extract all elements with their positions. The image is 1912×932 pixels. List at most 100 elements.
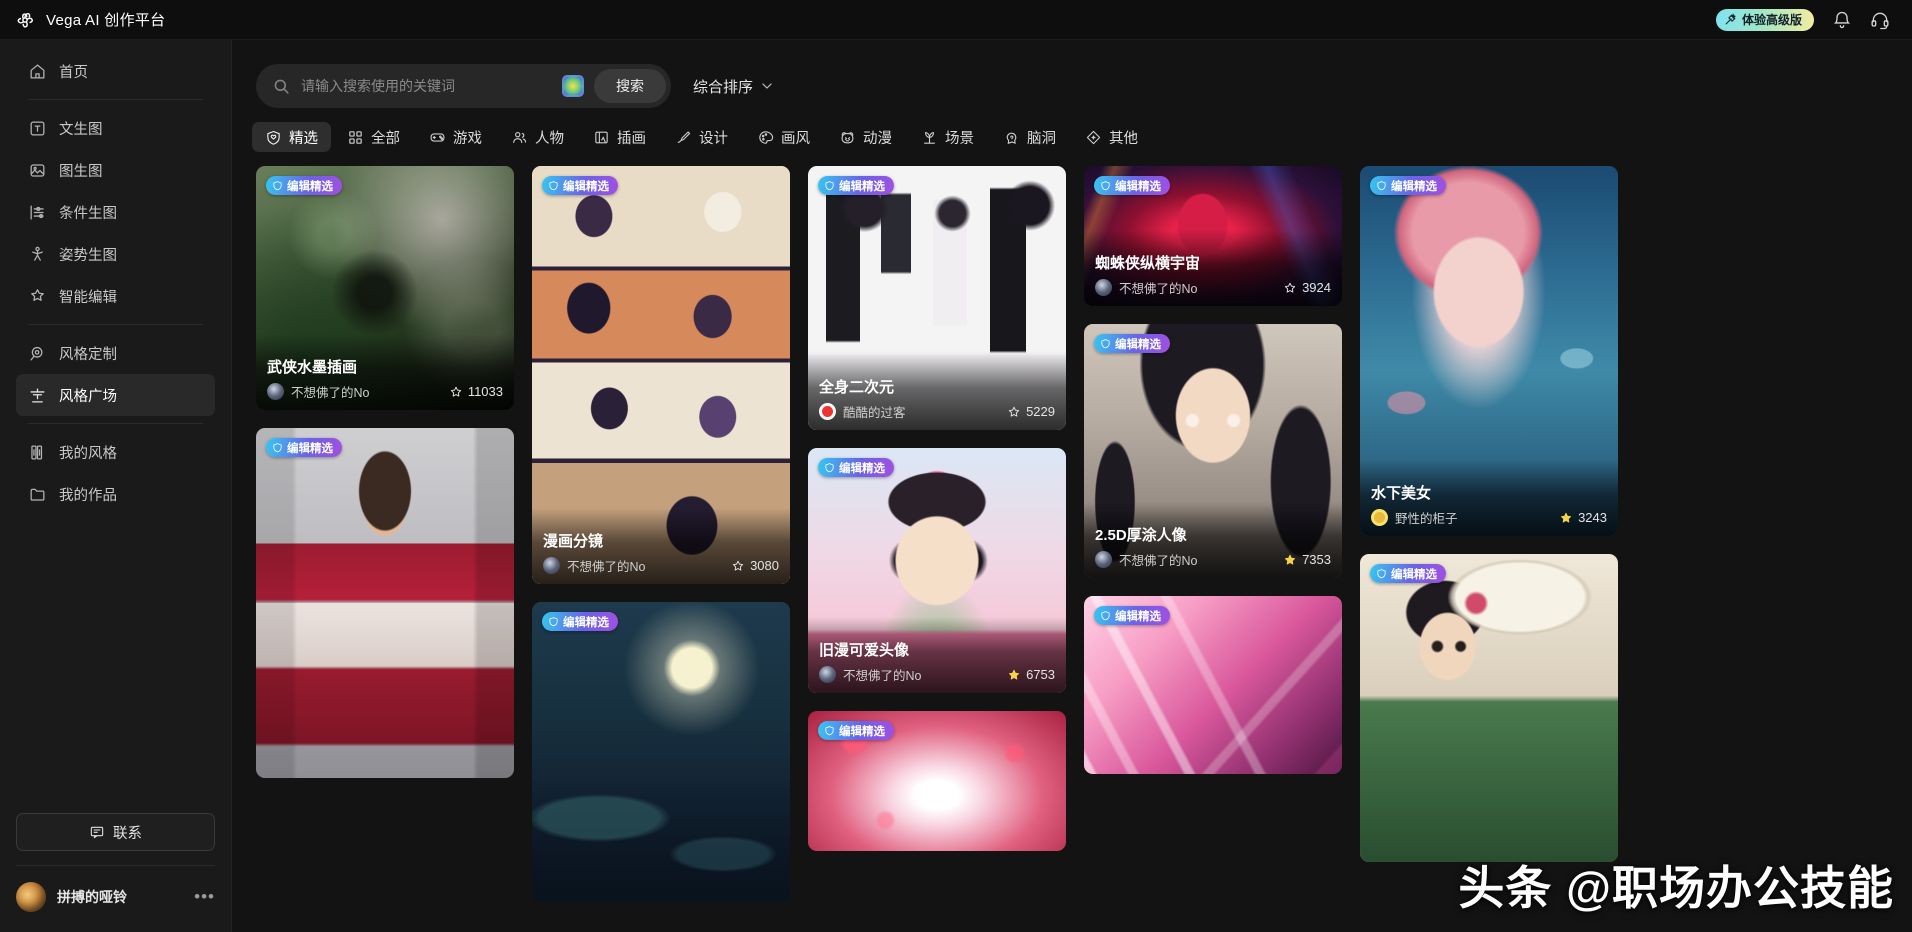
contact-button[interactable]: 联系 [16, 813, 215, 851]
style-card[interactable]: 编辑精选 漫画分镜 不想佛了的No 3080 [532, 166, 790, 584]
sidebar: 首页 文生图 图生图 条件生图 姿势生图 智能编辑 风格定制 风格广场 我的风格… [0, 40, 232, 932]
sort-selector[interactable]: 综合排序 [693, 76, 774, 97]
star-count: 3243 [1559, 510, 1607, 525]
bell-icon[interactable] [1832, 10, 1852, 30]
sidebar-item-my-styles[interactable]: 我的风格 [16, 431, 215, 473]
tab-featured[interactable]: 精选 [252, 122, 331, 152]
tab-scene[interactable]: 场景 [908, 122, 987, 152]
palette-icon [759, 130, 774, 144]
scene-grass-icon [923, 131, 936, 144]
style-card[interactable]: 编辑精选 2.5D厚涂人像 不想佛了的No 7353 [1084, 324, 1342, 578]
search-button[interactable]: 搜索 [594, 69, 666, 103]
tab-people[interactable]: 人物 [498, 122, 577, 152]
tab-anime[interactable]: 动漫 [826, 122, 905, 152]
card-meta: 不想佛了的No 3080 [543, 556, 779, 575]
card-info: 漫画分镜 不想佛了的No 3080 [532, 508, 790, 584]
sidebar-footer-divider [16, 865, 215, 866]
star-count: 3080 [731, 558, 779, 573]
tab-label: 设计 [699, 130, 728, 147]
editor-pick-icon [1101, 611, 1110, 621]
style-card[interactable]: 编辑精选 全身二次元 酷酷的过客 5229 [808, 166, 1066, 430]
editor-pick-icon [273, 443, 282, 453]
tab-game[interactable]: 游戏 [416, 122, 495, 152]
badge-label: 编辑精选 [287, 180, 333, 193]
star-value: 3243 [1578, 510, 1607, 525]
sidebar-divider-1 [28, 99, 203, 100]
style-card[interactable]: 编辑精选 蜘蛛侠纵横宇宙 不想佛了的No 3924 [1084, 166, 1342, 306]
style-card[interactable]: 编辑精选 武侠水墨插画 不想佛了的No 11033 [256, 166, 514, 410]
sidebar-item-style-plaza[interactable]: 风格广场 [16, 374, 215, 416]
avatar [1371, 509, 1388, 526]
tab-label: 画风 [781, 130, 810, 147]
sidebar-divider-3 [28, 423, 203, 424]
grid-column: 编辑精选 水下美女 野性的柜子 3243 编辑精选 [1360, 166, 1618, 932]
image-to-image-icon [28, 161, 47, 180]
style-card[interactable]: 编辑精选 水下美女 野性的柜子 3243 [1360, 166, 1618, 536]
style-card-grid: 编辑精选 武侠水墨插画 不想佛了的No 11033 编辑精选 编辑精选 漫画分镜… [232, 152, 1912, 932]
tab-other[interactable]: 其他 [1072, 122, 1151, 152]
card-title: 旧漫可爱头像 [819, 642, 910, 659]
style-card[interactable]: 编辑精选 [1360, 554, 1618, 862]
star-value: 5229 [1026, 404, 1055, 419]
style-card[interactable]: 编辑精选 [256, 428, 514, 778]
sidebar-item-label: 我的风格 [59, 445, 117, 462]
sidebar-item-label: 我的作品 [59, 487, 117, 504]
tab-design[interactable]: 设计 [662, 122, 741, 152]
sidebar-item-my-works[interactable]: 我的作品 [16, 473, 215, 515]
search-input[interactable] [301, 78, 552, 94]
status-badge: 编辑精选 [818, 721, 894, 740]
editor-pick-icon [825, 726, 834, 736]
brand-logo[interactable]: Vega AI 创作平台 [0, 9, 232, 31]
sidebar-item-conditional-generation[interactable]: 条件生图 [16, 191, 215, 233]
badge-label: 编辑精选 [839, 725, 885, 738]
card-info: 武侠水墨插画 不想佛了的No 11033 [256, 334, 514, 410]
headset-icon[interactable] [1870, 10, 1890, 30]
sidebar-item-image-to-image[interactable]: 图生图 [16, 149, 215, 191]
card-info: 旧漫可爱头像 不想佛了的No 6753 [808, 617, 1066, 693]
editor-pick-icon [1377, 569, 1386, 579]
status-badge: 编辑精选 [818, 458, 894, 477]
sidebar-divider-2 [28, 324, 203, 325]
tab-label: 游戏 [453, 130, 482, 147]
tab-illustration[interactable]: 插画 [580, 122, 659, 152]
style-card[interactable]: 编辑精选 旧漫可爱头像 不想佛了的No 6753 [808, 448, 1066, 693]
editor-pick-icon [1101, 339, 1110, 349]
grid-icon [349, 130, 362, 144]
tab-label: 动漫 [863, 130, 892, 147]
premium-upgrade-button[interactable]: 体验高级版 [1715, 8, 1814, 31]
avatar [267, 383, 284, 400]
tab-brainstorm[interactable]: 脑洞 [990, 122, 1069, 152]
sidebar-item-pose-generation[interactable]: 姿势生图 [16, 233, 215, 275]
status-badge: 编辑精选 [266, 438, 342, 457]
star-outline-icon [450, 386, 461, 397]
sidebar-item-style-custom[interactable]: 风格定制 [16, 332, 215, 374]
status-badge: 编辑精选 [1094, 176, 1170, 195]
badge-label: 编辑精选 [1391, 180, 1437, 193]
badge-label: 编辑精选 [563, 616, 609, 629]
avatar [1095, 279, 1112, 296]
tab-label: 人物 [535, 130, 564, 147]
star-count: 3924 [1283, 280, 1331, 295]
style-card[interactable]: 编辑精选 [532, 602, 790, 902]
star-count: 6753 [1007, 667, 1055, 682]
card-meta: 不想佛了的No 6753 [819, 665, 1055, 684]
tab-label: 精选 [289, 130, 318, 147]
badge-label: 编辑精选 [839, 462, 885, 475]
sidebar-item-text-to-image[interactable]: 文生图 [16, 107, 215, 149]
sidebar-item-smart-edit[interactable]: 智能编辑 [16, 275, 215, 317]
tab-art-style[interactable]: 画风 [744, 122, 823, 152]
more-dots-icon[interactable]: ••• [194, 888, 215, 905]
star-count: 7353 [1283, 552, 1331, 567]
search-box[interactable]: 搜索 [256, 64, 671, 108]
sidebar-item-home[interactable]: 首页 [16, 50, 215, 92]
card-info: 2.5D厚涂人像 不想佛了的No 7353 [1084, 502, 1342, 578]
style-card[interactable]: 编辑精选 [808, 711, 1066, 851]
user-profile-row[interactable]: 拼搏的哑铃 ••• [16, 876, 215, 918]
brand-title: Vega AI 创作平台 [46, 12, 166, 29]
sidebar-item-label: 文生图 [59, 121, 103, 138]
image-search-icon[interactable] [562, 75, 584, 97]
tab-all[interactable]: 全部 [334, 122, 413, 152]
style-card[interactable]: 编辑精选 [1084, 596, 1342, 774]
editor-pick-icon [825, 181, 834, 191]
sidebar-item-label: 姿势生图 [59, 247, 117, 264]
